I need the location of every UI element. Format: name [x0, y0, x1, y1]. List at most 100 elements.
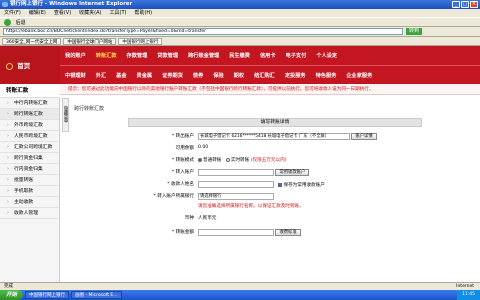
sidebar-item-mobile-withdraw[interactable]: 手机取款 [0, 186, 59, 197]
sidebar-title: 转账汇款 [0, 84, 60, 98]
nav-item[interactable]: 民生缴费 [224, 52, 255, 59]
amount-input[interactable] [198, 229, 274, 236]
window-title: 银行网上银行 - Windows Internet Explorer [10, 1, 133, 7]
payer-select[interactable]: 长城电子借记卡 6216******5418 长城电子借记卡 广东（不全屏） [198, 133, 350, 140]
bank-note: 请您准确选择所属银行名称。以保证汇款及时到账。 [198, 204, 304, 209]
url-input[interactable]: https://ebank.boc.cn/BOCnet/client/index… [3, 28, 403, 35]
nav-item[interactable]: 跨行账金管理 [183, 52, 224, 59]
menu-bar: 文件(F) 编辑(E) 查看(V) 收藏夹(A) 工具(T) 帮助(H) [0, 9, 480, 17]
nav-item[interactable]: 企业家服务 [341, 72, 377, 79]
sidebar-item-foreign-cross-border[interactable]: 外币跨境汇款 [0, 120, 59, 131]
payee-row: * 转入账户 常用收款账户 [128, 168, 422, 178]
mode-realtime-radio[interactable] [225, 157, 230, 162]
nav-item[interactable]: 基金 [111, 72, 131, 79]
minimize-icon[interactable]: _ [452, 1, 460, 8]
account-detail-button[interactable]: 账户详情 [351, 133, 377, 140]
web-page: 首页 我的账户 转账汇款 存款管理 贷款管理 跨行账金管理 民生缴费 信用卡 电… [0, 46, 480, 290]
mode-label: * 转账模式 [171, 158, 194, 163]
sidebar-item-domestic[interactable]: 中行内转账汇款 [0, 98, 59, 109]
currency-value: 人民币元 [198, 216, 217, 221]
home-label: 首页 [17, 62, 31, 70]
name-row: * 收款人姓名 保存为常用收款账户 [128, 180, 422, 190]
nav-item[interactable]: 保险 [208, 72, 228, 79]
nav-row-1: 我的账户 转账汇款 存款管理 贷款管理 跨行账金管理 民生缴费 信用卡 电子支付… [60, 46, 480, 65]
nav-item[interactable]: 结汇购汇 [249, 72, 280, 79]
tab-boc-ebank[interactable]: 中国银行网上银行 [118, 37, 163, 45]
bank-row: * 转入账户所属银行 请选择银行 [128, 192, 422, 202]
main-nav: 我的账户 转账汇款 存款管理 贷款管理 跨行账金管理 民生缴费 信用卡 电子支付… [60, 46, 480, 84]
nav-item[interactable]: 我的账户 [60, 52, 91, 59]
mode-row: * 转账模式 普通转账 实时转账 (仅限五万元以内) [128, 156, 422, 166]
bank-select[interactable]: 请选择银行 [198, 193, 274, 200]
status-bar: 完成 Internet [0, 282, 480, 290]
clock: 11:45 [457, 290, 480, 300]
nav-item[interactable]: 贷款管理 [152, 52, 183, 59]
back-icon[interactable] [4, 19, 11, 26]
mode-normal-label: 普通转账 [203, 158, 222, 163]
menu-tools[interactable]: 工具(T) [110, 9, 127, 17]
nav-item[interactable]: 中银理财 [60, 72, 91, 79]
back-button[interactable]: 后退 [16, 20, 26, 26]
sidebar-item-batch[interactable]: 批量转账 [0, 175, 59, 186]
window-controls: _ □ × [452, 1, 478, 8]
menu-help[interactable]: 帮助(H) [134, 9, 152, 17]
taskbar-item-paint[interactable]: 画图 - Microsoft E... [71, 291, 122, 299]
status-text: 完成 [4, 284, 13, 289]
nav-item[interactable]: 期权 [229, 72, 249, 79]
menu-view[interactable]: 查看(V) [54, 9, 71, 17]
payee-name-input[interactable] [198, 181, 274, 188]
payee-input[interactable] [198, 169, 274, 176]
panel-title: 填写转账详情 [128, 118, 422, 127]
tab-boc-portal[interactable]: 中国银行全球门户网站 [63, 37, 117, 45]
sidebar-item-interbank-collection[interactable]: 跨行资金归集 [0, 153, 59, 164]
menu-edit[interactable]: 编辑(E) [29, 9, 46, 17]
fee-standard-button[interactable]: 收费标准 [275, 229, 301, 236]
sidebar: 中行内转账汇款 跨行转账汇款 外币跨境汇款 人民币跨境汇款 汇款公司跨境汇款 跨… [0, 98, 60, 290]
sidebar-item-intrabank-collection[interactable]: 行内资金归集 [0, 164, 59, 175]
tab-360[interactable]: 360安全_网一代安全上网 [2, 37, 62, 45]
sidebar-item-payee-manage[interactable]: 收款人管理 [0, 208, 59, 219]
sidebar-item-rmb-cross-border[interactable]: 人民币跨境汇款 [0, 131, 59, 142]
nav-item[interactable]: 贵金属 [132, 72, 158, 79]
nav-item[interactable]: 信用卡 [255, 52, 281, 59]
sidebar-item-interbank[interactable]: 跨行转账汇款 [0, 109, 59, 120]
home-link[interactable]: 首页 [6, 60, 30, 70]
bank-note-row: 请您准确选择所属银行名称。以保证汇款及时到账。 [128, 202, 422, 212]
nav-item[interactable]: 外汇 [91, 72, 111, 79]
tab-strip: 360安全_网一代安全上网 中国银行全球门户网站 中国银行网上银行 [0, 37, 480, 46]
name-label: * 收款人姓名 [167, 182, 194, 187]
nav-item[interactable]: 特色服务 [311, 72, 342, 79]
go-button[interactable]: 转到 [406, 28, 423, 35]
alert-banner: 提示：您可通过此功能向中国银行以外的其他银行账户转账汇款（不包括中国银行跨行转账… [60, 84, 480, 95]
maximize-icon[interactable]: □ [461, 1, 469, 8]
common-payee-button[interactable]: 常用收款账户 [275, 169, 310, 176]
sidebar-item-remittance-company[interactable]: 汇款公司跨境汇款 [0, 142, 59, 153]
nav-item[interactable]: 债券 [188, 72, 208, 79]
nav-item[interactable]: 存款管理 [122, 52, 153, 59]
bank-label: * 转入账户所属银行 [153, 194, 194, 199]
logo-area: 首页 [0, 46, 60, 84]
balance-row: 可用余额 0.00 [128, 144, 422, 154]
close-icon[interactable]: × [470, 1, 478, 8]
hide-menu-button[interactable]: 隐藏菜单 [62, 98, 69, 132]
taskbar-item-ie[interactable]: 中国银行网上银行 [25, 291, 70, 299]
currency-row: 币种 人民币元 [128, 214, 422, 224]
menu-file[interactable]: 文件(F) [4, 9, 21, 17]
mode-normal-radio[interactable] [198, 157, 202, 162]
save-payee-checkbox[interactable] [278, 182, 283, 187]
nav-item-active[interactable]: 转账汇款 [91, 52, 122, 59]
nav-item[interactable]: 个人设定 [311, 52, 342, 59]
mode-realtime-label: 实时转账 [230, 158, 250, 163]
start-button[interactable]: 开始 [0, 290, 24, 300]
browser-toolbar: 后退 [0, 17, 480, 27]
nav-item[interactable]: 证券期货 [157, 72, 188, 79]
menu-favorites[interactable]: 收藏夹(A) [79, 9, 101, 17]
balance-value: 0.00 [198, 145, 209, 150]
sidebar-item-active-collect[interactable]: 主动收款 [0, 197, 59, 208]
payer-label: * 转出账户 [171, 134, 194, 139]
bank-logo-icon [6, 62, 13, 70]
nav-item[interactable]: 电子支付 [281, 52, 312, 59]
nav-item[interactable]: 定投服务 [280, 72, 311, 79]
address-bar: https://ebank.boc.cn/BOCnet/client/index… [0, 27, 480, 37]
amount-label: * 转账金额 [171, 230, 194, 235]
